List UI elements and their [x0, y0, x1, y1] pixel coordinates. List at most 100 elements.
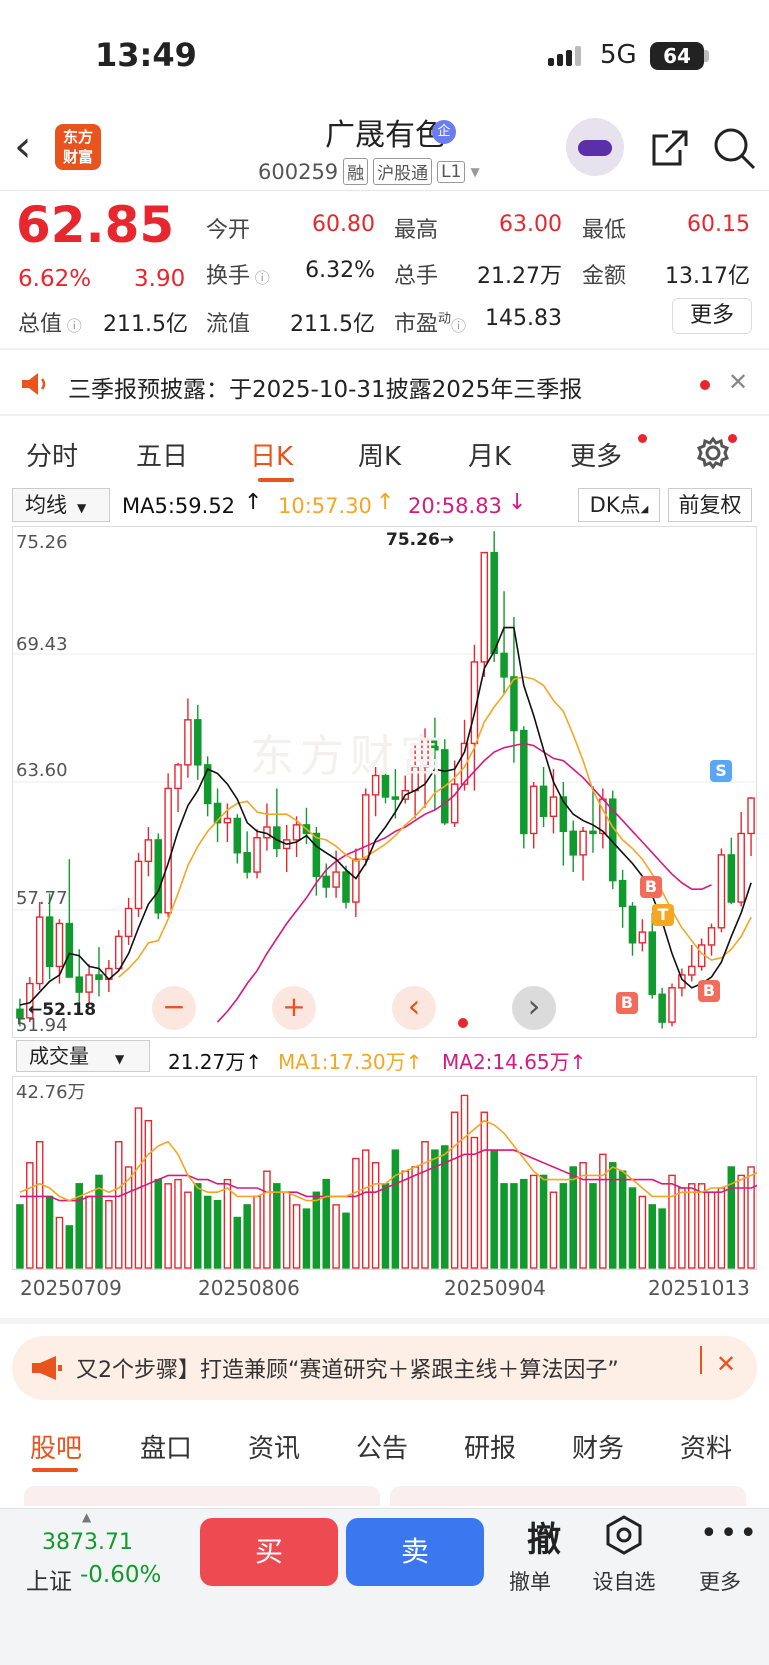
index-change: -0.60%	[80, 1562, 162, 1588]
more-quote-button[interactable]: 更多	[672, 298, 752, 334]
volume-bar	[65, 1225, 74, 1269]
candle-body	[85, 974, 93, 993]
zoom-in-button[interactable]: +	[272, 986, 316, 1030]
divider	[0, 414, 769, 416]
tab-weekly-k[interactable]: 周K	[358, 436, 401, 473]
watchlist-icon[interactable]	[604, 1514, 644, 1560]
candle-body	[707, 927, 716, 946]
tab-news[interactable]: 资讯	[248, 1428, 300, 1465]
tab-intraday[interactable]: 分时	[26, 436, 78, 473]
label-turnover[interactable]: 换手 ⓘ	[206, 258, 270, 290]
adjust-button[interactable]: 前复权	[668, 488, 752, 522]
candle-body	[124, 907, 133, 938]
high-annotation: 75.26→	[386, 530, 455, 550]
expand-caret-icon[interactable]: ▲	[82, 1510, 91, 1524]
tab-financials[interactable]: 财务	[572, 1428, 624, 1465]
tab-five-day[interactable]: 五日	[136, 436, 188, 473]
t-signal[interactable]: T	[652, 904, 674, 926]
watchlist-label[interactable]: 设自选	[584, 1566, 664, 1596]
tab-forum[interactable]: 股吧	[30, 1428, 82, 1465]
ma-indicator-select[interactable]: 均线 ▼	[12, 488, 110, 522]
dk-point-button[interactable]: DK点◢	[578, 488, 660, 522]
up-arrow-icon: ↑	[244, 490, 263, 515]
tab-daily-k[interactable]: 日K	[250, 436, 293, 473]
volume-bar	[243, 1204, 251, 1269]
candle-body	[55, 922, 64, 968]
candle-body	[174, 764, 182, 790]
volume-bar	[361, 1149, 370, 1269]
divider	[0, 190, 769, 191]
volume-indicator-select[interactable]: 成交量 ▼	[16, 1040, 150, 1072]
candle-body	[75, 976, 83, 993]
buy-signal[interactable]: B	[640, 876, 662, 898]
signal-icon	[548, 46, 590, 68]
candle-body	[480, 551, 489, 663]
volume-bar	[154, 1178, 163, 1269]
dropdown-caret-icon: ▼	[470, 164, 480, 179]
volume-bar	[85, 1195, 93, 1269]
stock-subline[interactable]: 600259 融 沪股通 L1 ▼	[258, 158, 480, 185]
tab-profile[interactable]: 资料	[680, 1428, 732, 1465]
volume-bar	[668, 1174, 676, 1269]
volume-bar	[520, 1178, 528, 1269]
red-dot	[638, 434, 647, 443]
active-tab-indicator	[32, 1468, 78, 1472]
candle-body	[45, 916, 54, 968]
candle-body	[668, 987, 676, 1023]
stock-name[interactable]: 广晟有色	[230, 110, 540, 154]
candle-body	[727, 854, 736, 903]
cancel-order-label[interactable]: 撤单	[490, 1566, 570, 1596]
scroll-right-button[interactable]: ›	[512, 986, 556, 1030]
volume-bar	[549, 1191, 558, 1269]
cancel-order-icon[interactable]: 撤	[504, 1512, 584, 1561]
candle-body	[223, 817, 232, 824]
share-icon[interactable]	[650, 128, 690, 168]
volume-bar	[470, 1136, 479, 1269]
candle-body	[569, 830, 577, 856]
volume-bar	[203, 1195, 212, 1269]
index-value[interactable]: 3873.71	[42, 1530, 133, 1555]
volume-bar	[263, 1170, 271, 1269]
sell-signal[interactable]: S	[710, 760, 732, 782]
volume-bar	[302, 1208, 311, 1269]
more-dots-icon[interactable]: •••	[700, 1516, 759, 1551]
buy-button[interactable]: 买	[200, 1518, 338, 1586]
volume-tick-top: 42.76万	[16, 1082, 86, 1103]
index-name: 上证	[26, 1569, 72, 1595]
notice-text[interactable]: 三季报预披露：于2025-10-31披露2025年三季报	[68, 370, 582, 404]
volume-bar	[450, 1111, 459, 1269]
candle-body	[618, 879, 627, 908]
tab-orderbook[interactable]: 盘口	[140, 1428, 192, 1465]
volume-bar	[26, 1162, 34, 1269]
tag-connect: 沪股通	[373, 158, 433, 185]
value-market-cap: 211.5亿	[103, 312, 188, 337]
sell-button[interactable]: 卖	[346, 1518, 484, 1586]
enterprise-badge: 企	[432, 120, 456, 144]
tab-announcements[interactable]: 公告	[356, 1428, 408, 1465]
caret-icon: ▼	[115, 1052, 125, 1066]
tab-more[interactable]: 更多	[570, 436, 622, 473]
buy-signal[interactable]: B	[698, 980, 720, 1002]
tab-research[interactable]: 研报	[464, 1428, 516, 1465]
settings-gear-icon[interactable]	[696, 436, 730, 474]
tab-monthly-k[interactable]: 月K	[468, 436, 511, 473]
volume-bar	[391, 1149, 400, 1269]
label-market-cap[interactable]: 总值 ⓘ	[18, 306, 82, 338]
close-icon[interactable]: ✕	[728, 368, 748, 396]
search-icon[interactable]	[712, 126, 758, 172]
scroll-left-button[interactable]: ‹	[392, 986, 436, 1030]
more-label[interactable]: 更多	[680, 1566, 760, 1596]
volume-bar	[312, 1191, 321, 1269]
candle-body	[95, 974, 103, 980]
current-price: 62.85	[16, 196, 175, 254]
card-peek	[390, 1486, 746, 1506]
date-label: 20250904	[444, 1276, 546, 1300]
volume-bar	[184, 1191, 192, 1269]
close-icon[interactable]: ✕	[716, 1350, 736, 1378]
volume-bar	[253, 1195, 261, 1269]
buy-signal[interactable]: B	[616, 992, 638, 1014]
volume-chart[interactable]	[12, 1076, 757, 1270]
label-pe[interactable]: 市盈动ⓘ	[394, 306, 466, 338]
candle-body	[500, 652, 508, 678]
zoom-out-button[interactable]: −	[152, 986, 196, 1030]
